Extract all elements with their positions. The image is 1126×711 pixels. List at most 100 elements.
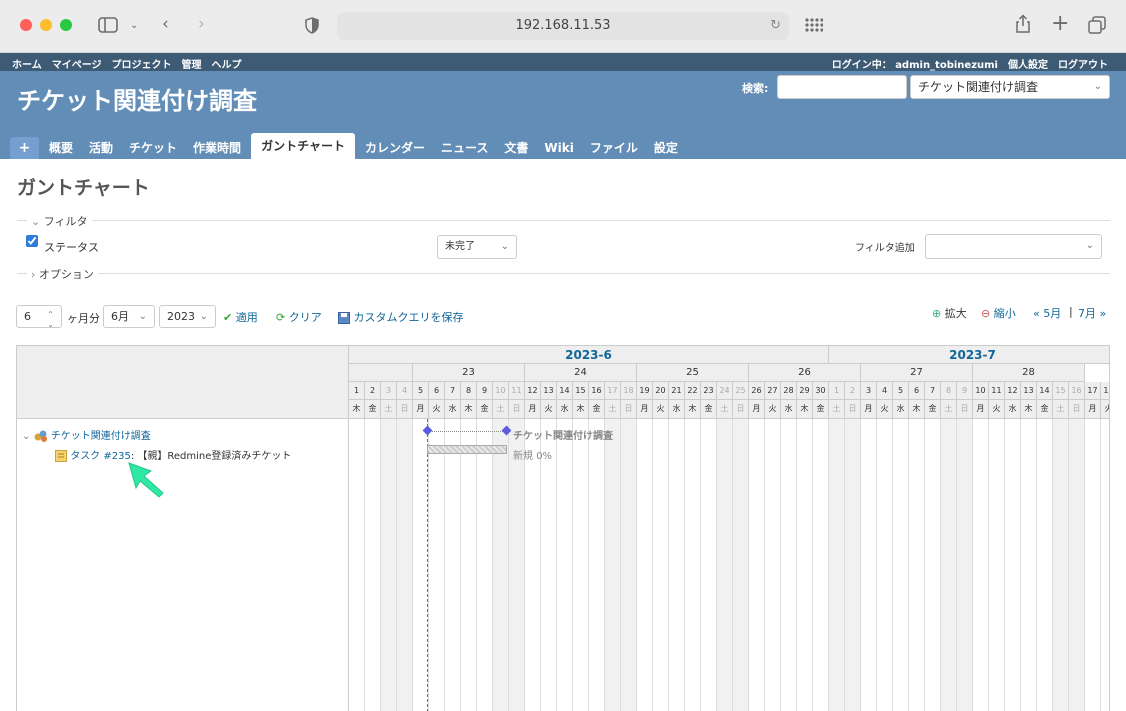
menu-admin[interactable]: 管理 (182, 56, 202, 71)
status-filter-checkbox[interactable] (26, 235, 38, 247)
login-user[interactable]: admin_tobinezumi (895, 60, 998, 71)
shield-icon[interactable] (305, 17, 319, 34)
year-select[interactable]: 2023 ⌄ (159, 305, 216, 328)
gantt-day-number: 30 (813, 382, 829, 400)
filters-toggle[interactable]: ⌄ フィルタ (27, 213, 92, 229)
months-stepper[interactable]: 6 ⌃ ⌄ (16, 305, 62, 329)
gantt-day-number: 10 (973, 382, 989, 400)
gantt-weekday: 金 (813, 400, 829, 419)
gantt-day-number: 6 (429, 382, 445, 400)
gantt-day-column (1053, 419, 1069, 711)
chevron-down-icon: ⌄ (1085, 240, 1094, 251)
tab-activity[interactable]: 活動 (83, 137, 119, 159)
tab-issues[interactable]: チケット (123, 137, 183, 159)
top-menu: ホーム マイページ プロジェクト 管理 ヘルプ ログイン中： admin_tob… (0, 53, 1126, 71)
gantt-week-header: 24 (525, 364, 637, 382)
issue-row[interactable]: タスク #235: 【親】Redmine登録済みチケット (55, 447, 291, 462)
project-jump-select[interactable]: チケット関連付け調査 ⌄ (910, 75, 1110, 99)
gantt-day-column (573, 419, 589, 711)
gantt-day-column (1101, 419, 1109, 711)
gantt-issue-bar[interactable] (427, 445, 507, 454)
chevron-down-icon[interactable]: ⌄ (130, 16, 138, 36)
month-select[interactable]: 6月 ⌄ (103, 305, 155, 328)
period-separator: | (1069, 305, 1073, 318)
gantt-subjects: ⌄ チケット関連付け調査 タスク #235: 【親】Redmine登録済みチケッ… (17, 346, 349, 711)
menu-home[interactable]: ホーム (12, 56, 42, 71)
forward-icon[interactable]: › (198, 14, 205, 34)
gantt-chart: ⌄ チケット関連付け調査 タスク #235: 【親】Redmine登録済みチケッ… (16, 345, 1110, 711)
tab-news[interactable]: ニュース (435, 137, 494, 159)
menu-my-account[interactable]: 個人設定 (1008, 56, 1048, 71)
gantt-weekday: 水 (781, 400, 797, 419)
tab-calendar[interactable]: カレンダー (359, 137, 431, 159)
tab-new[interactable]: + (10, 137, 39, 159)
status-operator-select[interactable]: 未完了 ⌄ (437, 235, 517, 259)
grid-icon[interactable] (805, 18, 823, 32)
apply-link[interactable]: ✔ 適用 (223, 309, 258, 325)
chevron-down-icon[interactable]: ⌄ (22, 431, 30, 442)
tabs-overview-icon[interactable] (1088, 16, 1106, 34)
options-toggle[interactable]: › オプション (27, 266, 98, 282)
menu-help[interactable]: ヘルプ (212, 56, 242, 71)
gantt-weekday: 日 (733, 400, 749, 419)
gantt-weekday: 火 (765, 400, 781, 419)
gantt-day-column (1005, 419, 1021, 711)
gantt-day-number: 13 (541, 382, 557, 400)
clear-link[interactable]: ⟳ クリア (276, 309, 322, 325)
gantt-day-number: 27 (765, 382, 781, 400)
tab-files[interactable]: ファイル (584, 137, 644, 159)
gantt-day-column (989, 419, 1005, 711)
menu-projects[interactable]: プロジェクト (112, 56, 172, 71)
project-row[interactable]: ⌄ チケット関連付け調査 (22, 427, 151, 442)
tab-gantt[interactable]: ガントチャート (251, 133, 355, 159)
gantt-weekday: 金 (701, 400, 717, 419)
tab-time-entries[interactable]: 作業時間 (187, 137, 247, 159)
gantt-day-number: 12 (1005, 382, 1021, 400)
gantt-day-number: 9 (957, 382, 973, 400)
zoom-out-link[interactable]: ⊖ 縮小 (981, 305, 1016, 321)
share-icon[interactable] (1015, 14, 1031, 34)
close-window-icon[interactable] (20, 19, 32, 31)
gantt-project-bar[interactable] (427, 431, 507, 434)
gantt-week-header: 28 (973, 364, 1085, 382)
filters-legend: フィルタ (43, 215, 88, 228)
save-query-link[interactable]: カスタムクエリを保存 (338, 309, 464, 325)
menu-my-page[interactable]: マイページ (52, 56, 102, 71)
add-filter-label: フィルタ追加 (855, 243, 915, 254)
gantt-day-number: 29 (797, 382, 813, 400)
zoom-window-icon[interactable] (60, 19, 72, 31)
gantt-day-column (1037, 419, 1053, 711)
tab-overview[interactable]: 概要 (43, 137, 79, 159)
gantt-day-column (733, 419, 749, 711)
issue-status: 新規 (513, 451, 533, 462)
back-icon[interactable]: ‹ (162, 14, 169, 34)
reload-icon[interactable]: ↻ (770, 12, 781, 40)
zoom-in-link[interactable]: ⊕ 拡大 (932, 305, 967, 321)
tab-wiki[interactable]: Wiki (538, 137, 579, 159)
gantt-day-number: 13 (1021, 382, 1037, 400)
gantt-day-column (1069, 419, 1085, 711)
tab-documents[interactable]: 文書 (498, 137, 534, 159)
sidebar-toggle-icon[interactable] (98, 17, 118, 33)
gantt-day-column (829, 419, 845, 711)
next-month-link[interactable]: 7月 » (1078, 305, 1106, 321)
address-bar[interactable]: 192.168.11.53 ↻ (337, 12, 789, 40)
project-link[interactable]: チケット関連付け調査 (51, 431, 151, 442)
minimize-window-icon[interactable] (40, 19, 52, 31)
gantt-day-column (877, 419, 893, 711)
search-input[interactable] (777, 75, 907, 99)
gantt-week-header: 25 (637, 364, 749, 382)
gantt-weekday: 木 (685, 400, 701, 419)
gantt-day-column (749, 419, 765, 711)
gantt-day-column (477, 419, 493, 711)
tab-settings[interactable]: 設定 (648, 137, 684, 159)
gantt-weekday: 日 (397, 400, 413, 419)
add-filter-select[interactable]: ⌄ (925, 234, 1102, 259)
new-tab-icon[interactable]: + (1051, 13, 1069, 35)
prev-month-link[interactable]: « 5月 (1033, 305, 1061, 321)
gantt-day-column (589, 419, 605, 711)
issue-link[interactable]: タスク #235 (70, 451, 131, 462)
gantt-weekday: 日 (509, 400, 525, 419)
menu-logout[interactable]: ログアウト (1058, 56, 1108, 71)
gantt-weekday: 木 (461, 400, 477, 419)
